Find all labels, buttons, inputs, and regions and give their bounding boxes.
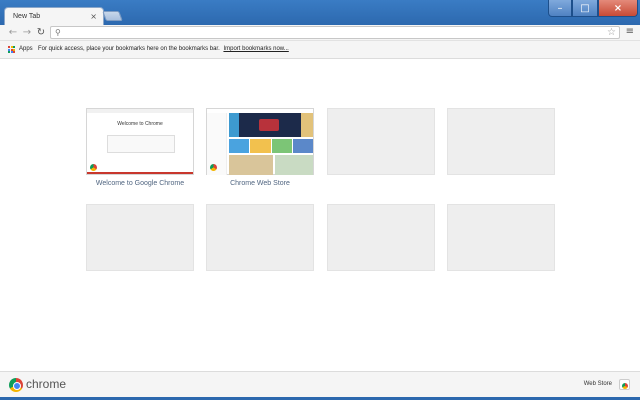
web-store-icon[interactable]	[619, 379, 630, 390]
import-bookmarks-link[interactable]: Import bookmarks now...	[223, 46, 288, 52]
bookmarks-hint: For quick access, place your bookmarks h…	[38, 46, 289, 52]
chrome-logo-icon	[90, 164, 97, 171]
most-visited-tile-empty	[206, 204, 314, 271]
thumb-navbar	[87, 109, 193, 113]
thumb-accent-bar	[87, 172, 193, 174]
most-visited-tile-welcome[interactable]: Welcome to Chrome	[86, 108, 194, 175]
bookmarks-hint-text: For quick access, place your bookmarks h…	[38, 46, 220, 52]
new-tab-page: Welcome to Chrome Welcome to Google Chro…	[0, 59, 640, 371]
most-visited-tile-empty	[86, 204, 194, 271]
most-visited-tile-empty	[327, 204, 435, 271]
app-tile	[292, 139, 313, 153]
omnibox[interactable]: ⚲ ☆	[50, 26, 620, 39]
most-visited-tile-webstore[interactable]	[206, 108, 314, 175]
banner-right	[301, 113, 313, 137]
window-controls: – □ ×	[548, 0, 638, 17]
bookmarks-bar: Apps For quick access, place your bookma…	[0, 41, 640, 59]
maximize-button[interactable]: □	[572, 0, 598, 17]
tab-close-icon[interactable]: ×	[90, 12, 97, 21]
search-icon: ⚲	[55, 28, 61, 37]
ntp-footer: chrome Web Store	[0, 371, 640, 397]
app-tile	[229, 139, 250, 153]
most-visited-title[interactable]: Welcome to Google Chrome	[86, 180, 194, 187]
toolbar: ← → ↻ ⚲ ☆ ≡	[0, 25, 640, 41]
banner-left	[229, 113, 239, 137]
back-icon[interactable]: ←	[6, 26, 20, 40]
most-visited-title[interactable]: Chrome Web Store	[206, 180, 314, 187]
menu-icon[interactable]: ≡	[626, 26, 634, 37]
close-window-button[interactable]: ×	[598, 0, 638, 17]
chrome-brand-text: chrome	[26, 377, 67, 391]
thumb-app-row	[229, 139, 313, 153]
bookmark-star-icon[interactable]: ☆	[607, 27, 616, 38]
apps-button[interactable]: Apps	[19, 46, 33, 52]
forward-icon[interactable]: →	[20, 26, 34, 40]
app-tile	[271, 139, 292, 153]
reload-icon[interactable]: ↻	[34, 26, 48, 40]
minimize-button[interactable]: –	[548, 0, 572, 17]
thumb-featured-small	[275, 155, 313, 175]
most-visited-tile-empty	[327, 108, 435, 175]
most-visited-tile-empty	[447, 204, 555, 271]
web-store-link[interactable]: Web Store	[584, 381, 612, 387]
thumb-content-box	[107, 135, 175, 153]
app-tile	[250, 139, 271, 153]
chrome-logo-icon	[210, 164, 217, 171]
tab-new-tab[interactable]: New Tab ×	[4, 7, 104, 26]
banner-center	[259, 119, 279, 131]
thumb-banner	[229, 113, 313, 137]
thumb-featured	[229, 155, 273, 175]
most-visited-tile-empty	[447, 108, 555, 175]
thumb-heading: Welcome to Chrome	[117, 121, 163, 127]
apps-icon-dot	[13, 51, 15, 53]
apps-icon[interactable]	[8, 46, 15, 53]
new-tab-button[interactable]	[102, 11, 123, 21]
tab-title: New Tab	[13, 13, 41, 20]
chrome-logo-icon	[9, 378, 23, 392]
